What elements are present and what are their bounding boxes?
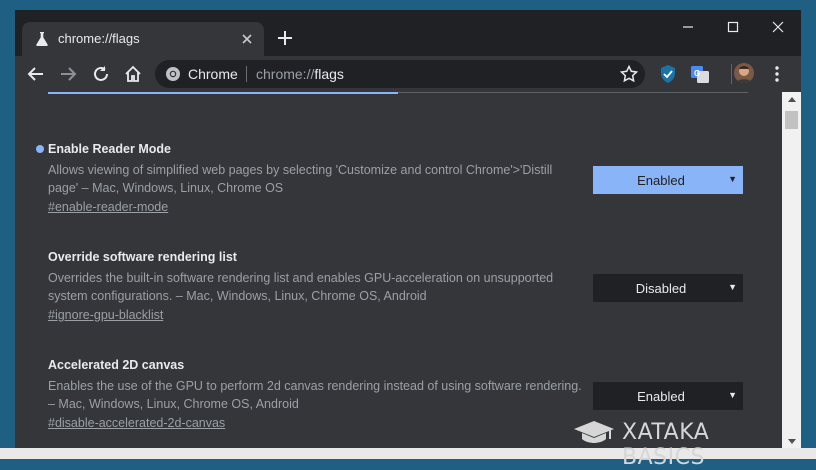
url-prefix: chrome://	[256, 66, 315, 82]
omnibox-separator	[246, 66, 247, 82]
dropdown-arrow-icon: ▼	[728, 174, 737, 184]
bookmark-star-icon[interactable]	[619, 64, 639, 84]
dropdown-arrow-icon: ▼	[728, 282, 737, 292]
active-tab-indicator	[48, 92, 398, 94]
flag-link[interactable]: #ignore-gpu-blacklist	[48, 308, 163, 322]
tab-flags[interactable]: chrome://flags	[22, 22, 264, 56]
flag-link[interactable]: #disable-accelerated-2d-canvas	[48, 416, 225, 430]
profile-photo-icon	[736, 66, 752, 83]
translate-extension-icon[interactable]: G	[689, 63, 711, 85]
flag-link[interactable]: #enable-reader-mode	[48, 200, 168, 214]
toolbar-separator	[731, 64, 732, 84]
flag-state-select[interactable]: Enabled ▼	[593, 382, 743, 410]
dropdown-arrow-icon: ▼	[728, 390, 737, 400]
svg-text:G: G	[694, 69, 700, 78]
select-value: Enabled	[637, 173, 685, 188]
flag-description: Overrides the built-in software renderin…	[48, 271, 554, 303]
minimize-icon[interactable]	[670, 14, 706, 40]
profile-avatar[interactable]	[734, 63, 754, 83]
scroll-up-arrow-icon[interactable]	[788, 97, 796, 102]
flag-description: Enables the use of the GPU to perform 2d…	[48, 379, 582, 411]
flag-state-select[interactable]: Enabled ▼	[593, 166, 743, 194]
reload-icon[interactable]	[90, 63, 112, 85]
select-value: Disabled	[635, 281, 687, 296]
tab-title: chrome://flags	[58, 31, 140, 46]
flask-icon	[36, 32, 48, 46]
scroll-down-arrow-icon[interactable]	[788, 439, 796, 444]
browser-window: chrome://flags Chrome chrome://flags G E…	[15, 10, 801, 448]
menu-kebab-icon[interactable]	[766, 63, 788, 85]
flag-title: Accelerated 2D canvas	[48, 358, 185, 372]
home-icon[interactable]	[122, 63, 144, 85]
shield-extension-icon[interactable]	[657, 63, 679, 85]
close-tab-icon[interactable]	[238, 30, 256, 48]
tab-strip: chrome://flags	[15, 10, 801, 56]
toolbar: Chrome chrome://flags G	[15, 56, 801, 92]
back-arrow-icon[interactable]	[25, 63, 47, 85]
scroll-thumb[interactable]	[785, 111, 798, 129]
vertical-scrollbar[interactable]	[782, 92, 801, 448]
graduation-cap-icon	[574, 421, 614, 443]
watermark: XATAKA BASICS	[572, 418, 786, 470]
omnibox[interactable]: Chrome chrome://flags	[155, 60, 645, 88]
chrome-logo-icon	[166, 67, 180, 81]
new-tab-icon[interactable]	[273, 26, 297, 50]
flag-title: Enable Reader Mode	[48, 142, 171, 156]
select-value: Enabled	[637, 389, 685, 404]
maximize-icon[interactable]	[715, 14, 751, 40]
omnibox-chip: Chrome	[188, 66, 238, 82]
forward-arrow-icon[interactable]	[57, 63, 79, 85]
omnibox-url[interactable]: chrome://flags	[256, 66, 344, 82]
flags-content: Enable Reader Mode Allows viewing of sim…	[15, 92, 782, 448]
url-highlight: flags	[314, 66, 344, 82]
flag-title: Override software rendering list	[48, 250, 237, 264]
flag-state-select[interactable]: Disabled ▼	[593, 274, 743, 302]
flag-description: Allows viewing of simplified web pages b…	[48, 163, 553, 195]
close-window-icon[interactable]	[760, 14, 796, 40]
modified-indicator	[36, 145, 44, 153]
watermark-text: XATAKA BASICS	[622, 420, 710, 470]
